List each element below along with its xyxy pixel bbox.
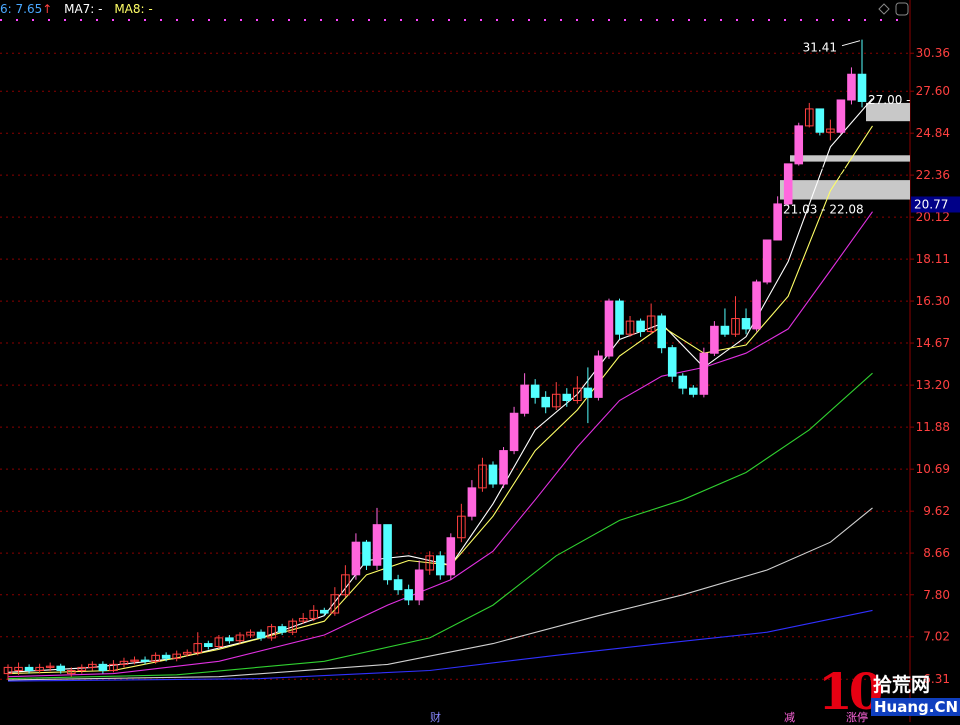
marker-cai: 财: [430, 711, 441, 724]
legend-ma7: MA7: -: [64, 2, 103, 16]
candle-body: [435, 555, 445, 576]
moving-average-line: [7, 125, 873, 675]
candle-body: [847, 73, 856, 101]
zone2-label: 21.03 - 22.08: [783, 203, 864, 217]
moving-average-line: [7, 211, 873, 678]
candle-body: [667, 347, 677, 377]
legend: 6: 7.65↑ MA7: - MA8: -: [0, 2, 161, 18]
candle-body: [562, 393, 572, 402]
candle-body: [56, 665, 66, 671]
y-tick-label: 30.36: [916, 46, 950, 60]
marker-zhangting: 涨停: [846, 711, 868, 724]
candle-body: [773, 203, 782, 241]
candle-body: [741, 318, 751, 330]
candle-body: [783, 163, 793, 205]
diamond-icon: [878, 3, 890, 15]
y-tick-label: 7.02: [923, 630, 950, 644]
y-tick-label: 14.67: [916, 336, 950, 350]
level-label: 27.00 -: [868, 93, 911, 107]
candle-body: [678, 375, 688, 389]
candle-body: [657, 315, 666, 349]
candle-body: [499, 450, 508, 485]
y-tick-label: 7.80: [923, 588, 950, 602]
candle-body: [24, 666, 34, 671]
candle-body: [277, 626, 287, 633]
candle-body: [836, 99, 846, 133]
candle-body: [372, 524, 382, 566]
candle-body: [615, 300, 624, 335]
candle-body: [710, 325, 719, 354]
y-tick-label: 10.69: [916, 462, 950, 476]
legend-arrow: ↑: [42, 2, 53, 16]
candle-body: [320, 609, 329, 614]
candle-body: [362, 541, 371, 566]
legend-price: 6: 7.65: [0, 2, 43, 16]
y-tick-label: 22.36: [916, 168, 950, 182]
candle-body: [509, 412, 519, 452]
candle-body: [541, 396, 550, 408]
candle-body: [720, 325, 730, 335]
y-tick-label: 6.31: [923, 672, 950, 686]
candle-body: [404, 589, 413, 601]
candle-body: [161, 654, 171, 659]
candle-body: [699, 352, 709, 395]
candle-body: [857, 73, 867, 102]
price-zone: [780, 180, 910, 200]
y-tick-label: 27.60: [916, 84, 950, 98]
candle-body: [204, 643, 213, 648]
legend-ma8: MA8: -: [114, 2, 153, 16]
candle-body: [794, 125, 804, 165]
moving-average-line: [7, 507, 873, 681]
candle-body: [530, 384, 540, 398]
y-tick-label: 13.20: [916, 378, 950, 392]
candle-body: [446, 537, 456, 576]
candle-body: [98, 663, 108, 671]
candle-body: [225, 637, 234, 642]
y-tick-label: 18.11: [916, 252, 950, 266]
y-tick-label: 8.66: [923, 546, 950, 560]
candle-body: [689, 387, 698, 395]
zone1-label: 23.13 - 23.50: [793, 166, 874, 180]
candle-body: [140, 659, 150, 662]
candle-body: [414, 569, 424, 601]
candle-body: [256, 631, 266, 639]
candle-body: [583, 387, 593, 398]
moving-average-line: [7, 98, 873, 673]
candle-body: [488, 464, 498, 485]
kline-chart: 30.3627.6024.8422.3620.1218.1116.3014.67…: [0, 0, 960, 722]
candle-body: [636, 320, 645, 333]
candle-body: [762, 239, 772, 283]
y-tick-label: 11.88: [916, 420, 950, 434]
y-tick-label: 24.84: [916, 126, 950, 140]
candle-body: [520, 384, 529, 414]
candle-body: [752, 281, 761, 330]
candle-body: [604, 300, 614, 357]
candle-body: [351, 541, 361, 576]
high-label: 31.41: [803, 41, 837, 55]
candle-body: [467, 487, 477, 517]
y-tick-label: 9.62: [923, 504, 950, 518]
moving-average-line: [7, 372, 873, 680]
candle-body: [594, 355, 603, 398]
candle-body: [393, 579, 403, 591]
current-price-label: 20.77: [914, 197, 948, 211]
minimize-icon: [895, 2, 909, 16]
candle-body: [815, 108, 825, 133]
candle-body: [383, 524, 392, 581]
high-pointer: [841, 40, 861, 47]
marker-jian: 减: [784, 711, 795, 724]
y-tick-label: 16.30: [916, 294, 950, 308]
